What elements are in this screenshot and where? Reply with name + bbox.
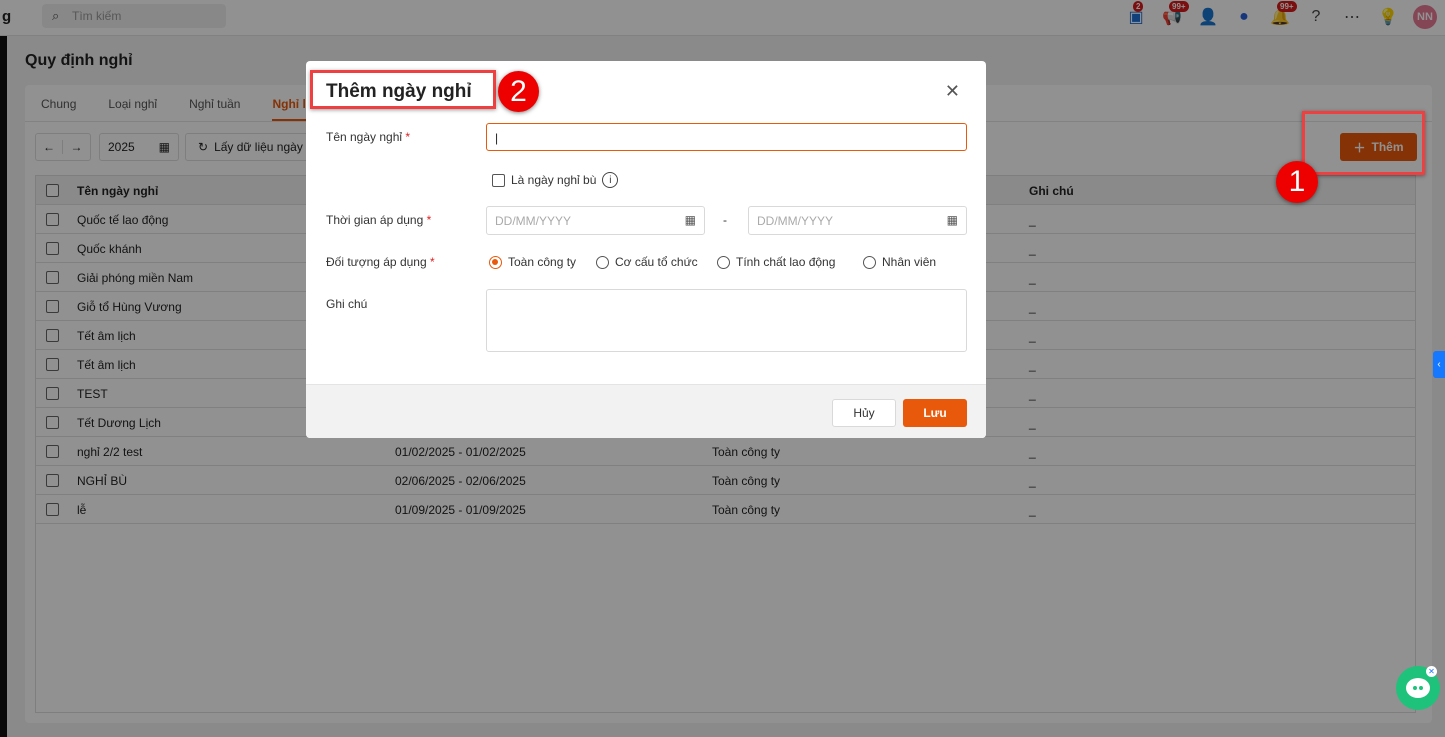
start-date-input[interactable]: DD/MM/YYYY ▦ [486, 206, 705, 235]
save-button[interactable]: Lưu [903, 399, 967, 427]
compensatory-checkbox[interactable] [492, 173, 505, 187]
holiday-name-input[interactable]: | [486, 123, 967, 151]
calendar-icon: ▦ [946, 213, 958, 227]
close-icon[interactable]: ✕ [945, 81, 960, 102]
radio-org-structure[interactable]: Cơ cấu tổ chức [596, 255, 698, 269]
add-holiday-modal: Thêm ngày nghỉ ✕ Tên ngày nghỉ * | Là ng… [306, 61, 986, 438]
radio-whole-company[interactable]: Toàn công ty [489, 255, 576, 269]
annotation-number-1: 1 [1276, 161, 1318, 203]
cancel-button[interactable]: Hủy [832, 399, 896, 427]
chatbot-close-icon[interactable]: ✕ [1426, 666, 1437, 677]
annotation-box-2 [310, 70, 496, 109]
info-icon[interactable]: i [602, 172, 619, 188]
annotation-number-2: 2 [498, 71, 539, 112]
apply-time-label: Thời gian áp dụng * [326, 213, 432, 227]
modal-footer: Hủy Lưu [306, 384, 986, 438]
note-textarea[interactable] [486, 289, 967, 352]
calendar-icon: ▦ [684, 213, 696, 227]
radio-labor-nature[interactable]: Tính chất lao động [717, 255, 835, 269]
end-date-input[interactable]: DD/MM/YYYY ▦ [748, 206, 967, 235]
compensatory-option[interactable]: Là ngày nghỉ bù i [492, 172, 619, 188]
radio-employee[interactable]: Nhân viên [863, 255, 936, 269]
annotation-box-1 [1302, 111, 1425, 175]
date-separator: - [723, 213, 727, 227]
side-panel-toggle[interactable]: ‹ [1433, 351, 1445, 378]
note-label: Ghi chú [326, 297, 368, 311]
chatbot-icon [1406, 678, 1430, 698]
apply-object-label: Đối tượng áp dụng * [326, 255, 435, 269]
holiday-name-label: Tên ngày nghỉ * [326, 130, 411, 144]
